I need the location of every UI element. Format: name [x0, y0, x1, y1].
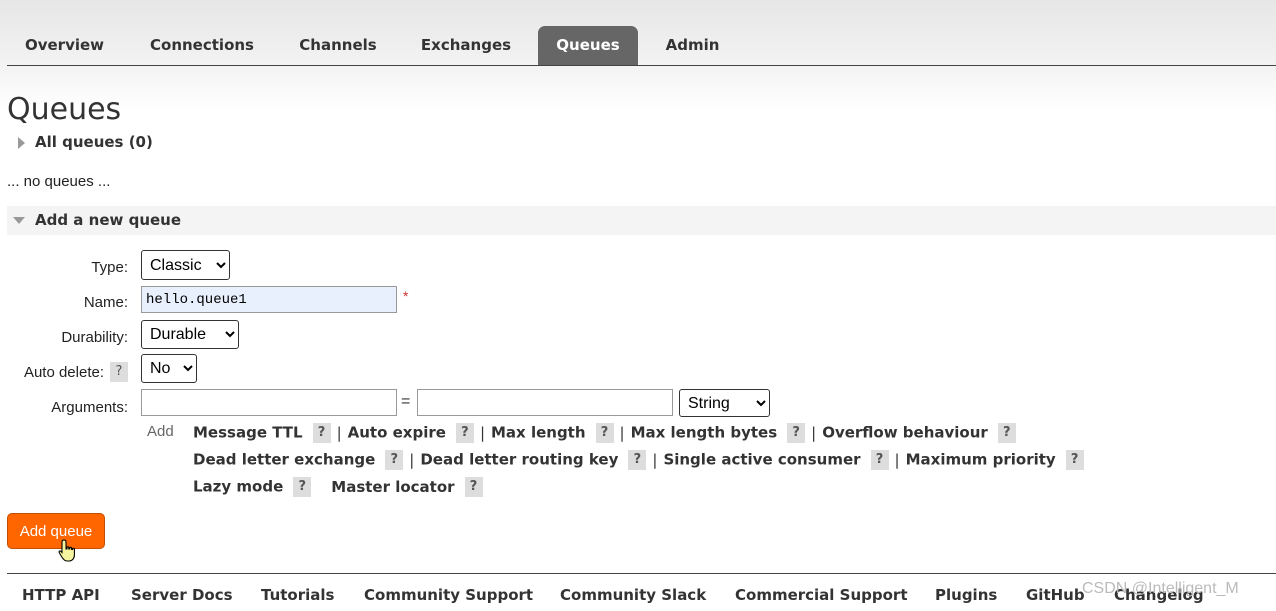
arg-auto-expire[interactable]: Auto expire: [348, 424, 446, 442]
auto-delete-help-icon[interactable]: ?: [110, 362, 128, 382]
arg-overflow-behaviour[interactable]: Overflow behaviour: [822, 424, 988, 442]
add-queue-section-bar: [7, 206, 1276, 235]
footer-link-tutorials[interactable]: Tutorials: [261, 586, 334, 604]
help-icon[interactable]: ?: [455, 423, 474, 443]
footer-link-plugins[interactable]: Plugins: [935, 586, 997, 604]
help-icon[interactable]: ?: [293, 477, 312, 497]
name-label: Name:: [83, 294, 128, 311]
page-title: Queues: [7, 92, 122, 127]
help-icon[interactable]: ?: [787, 423, 806, 443]
separator: |: [894, 450, 900, 469]
tab-overview[interactable]: Overview: [7, 26, 122, 65]
watermark: CSDN @Intelligent_M: [1082, 580, 1239, 597]
argument-options-row-3: Lazy mode? Master locator?: [193, 477, 483, 497]
argument-options-row-2: Dead letter exchange? | Dead letter routin…: [193, 450, 1084, 470]
all-queues-toggle[interactable]: All queues (0): [18, 133, 153, 151]
argument-type-select[interactable]: String: [679, 389, 770, 417]
separator: |: [811, 423, 817, 442]
separator: |: [652, 450, 658, 469]
arg-max-length[interactable]: Max length: [491, 424, 586, 442]
argument-value-input[interactable]: [417, 389, 673, 416]
tab-queues[interactable]: Queues: [538, 26, 638, 65]
add-queue-button[interactable]: Add queue: [7, 513, 105, 549]
arg-dead-letter-exchange[interactable]: Dead letter exchange: [193, 451, 375, 469]
arg-max-length-bytes[interactable]: Max length bytes: [631, 424, 778, 442]
tab-channels[interactable]: Channels: [282, 26, 394, 65]
separator: |: [619, 423, 625, 442]
help-icon[interactable]: ?: [464, 477, 483, 497]
arg-master-locator[interactable]: Master locator: [331, 478, 454, 496]
add-arguments-label: Add: [147, 423, 174, 440]
footer-link-server-docs[interactable]: Server Docs: [131, 586, 233, 604]
expand-arrow-icon: [18, 136, 25, 149]
arg-maximum-priority[interactable]: Maximum priority: [906, 451, 1056, 469]
collapse-arrow-icon: [13, 217, 25, 224]
footer-link-http-api[interactable]: HTTP API: [22, 586, 100, 604]
name-input[interactable]: [141, 286, 397, 313]
auto-delete-label: Auto delete:: [23, 364, 104, 381]
auto-delete-select[interactable]: No: [141, 354, 197, 383]
no-queues-message: ... no queues ...: [7, 173, 111, 190]
help-icon[interactable]: ?: [997, 423, 1016, 443]
hand-pointer-icon: [58, 539, 75, 562]
main-nav: Overview Connections Channels Exchanges …: [7, 26, 1276, 66]
arg-dead-letter-routing-key[interactable]: Dead letter routing key: [420, 451, 618, 469]
arg-lazy-mode[interactable]: Lazy mode: [193, 478, 283, 496]
arg-message-ttl[interactable]: Message TTL: [193, 424, 303, 442]
type-select[interactable]: Classic: [141, 250, 230, 280]
separator: |: [336, 423, 342, 442]
add-queue-toggle[interactable]: Add a new queue: [13, 211, 181, 229]
arg-single-active-consumer[interactable]: Single active consumer: [663, 451, 860, 469]
required-marker: *: [403, 288, 409, 304]
footer-link-community-slack[interactable]: Community Slack: [560, 586, 706, 604]
help-icon[interactable]: ?: [628, 450, 647, 470]
argument-options-row-1: Message TTL? | Auto expire? | Max length? | Ma…: [193, 423, 1016, 443]
footer-link-community-support[interactable]: Community Support: [364, 586, 533, 604]
separator: |: [409, 450, 415, 469]
help-icon[interactable]: ?: [1065, 450, 1084, 470]
arguments-label: Arguments:: [51, 399, 128, 416]
footer-link-commercial-support[interactable]: Commercial Support: [735, 586, 908, 604]
help-icon[interactable]: ?: [312, 423, 331, 443]
durability-label: Durability:: [61, 329, 128, 346]
separator: |: [479, 423, 485, 442]
add-queue-section-label: Add a new queue: [35, 211, 182, 229]
tab-connections[interactable]: Connections: [131, 26, 273, 65]
help-icon[interactable]: ?: [870, 450, 889, 470]
equals-sign: =: [401, 393, 411, 410]
argument-key-input[interactable]: [141, 389, 397, 416]
type-label: Type:: [91, 259, 128, 276]
tab-exchanges[interactable]: Exchanges: [403, 26, 529, 65]
help-icon[interactable]: ?: [595, 423, 614, 443]
all-queues-label: All queues (0): [35, 133, 153, 151]
durability-select[interactable]: Durable: [141, 320, 239, 349]
footer-link-github[interactable]: GitHub: [1026, 586, 1085, 604]
help-icon[interactable]: ?: [385, 450, 404, 470]
tab-admin[interactable]: Admin: [647, 26, 738, 65]
